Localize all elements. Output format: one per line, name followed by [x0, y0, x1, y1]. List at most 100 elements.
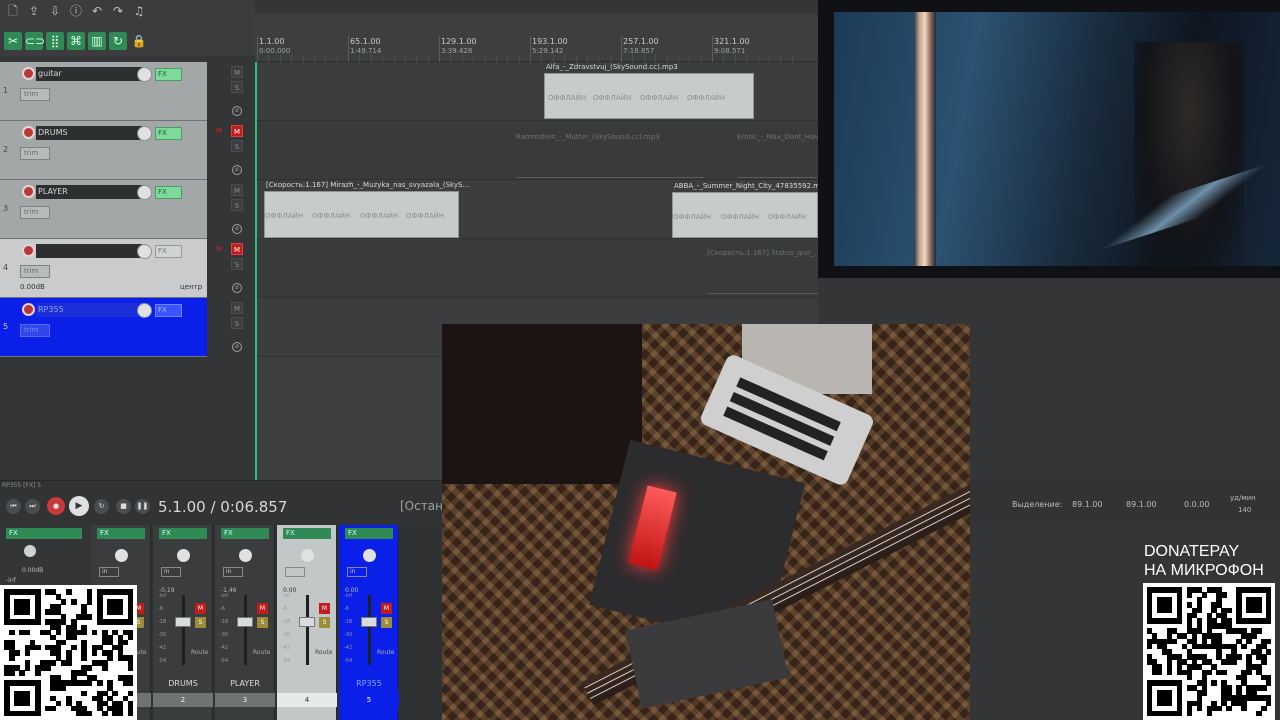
info-icon[interactable]: ⓘ [67, 2, 85, 20]
volume-knob[interactable] [137, 303, 152, 318]
mute-button[interactable]: M [231, 125, 243, 137]
record-button[interactable]: ● [47, 497, 65, 515]
mute-button[interactable]: M [231, 184, 243, 196]
route-button[interactable]: Route [315, 649, 332, 656]
route-button[interactable]: Route [253, 649, 270, 656]
strip-pan-knob[interactable] [177, 549, 190, 562]
skip-start-button[interactable]: ⏮ [6, 499, 21, 514]
trim-button[interactable]: trim [20, 324, 50, 337]
solo-button[interactable]: S [231, 317, 243, 329]
track-panel-4[interactable]: 4 FX trim 0.00dB центр [0, 239, 207, 298]
strip-solo-button[interactable]: S [195, 617, 206, 628]
phase-icon[interactable]: ø [232, 106, 242, 116]
strip-pan-knob[interactable] [301, 549, 314, 562]
volume-fader[interactable] [361, 617, 377, 627]
strip-fx-button[interactable]: FX [345, 528, 393, 539]
input-button[interactable]: in [99, 567, 119, 577]
fx-button[interactable]: FX [155, 245, 182, 258]
volume-knob[interactable] [137, 126, 152, 141]
route-button[interactable]: Route [191, 649, 208, 656]
fx-button[interactable]: FX [155, 127, 182, 140]
selection-start[interactable]: 89.1.00 [1072, 500, 1103, 509]
undo-icon[interactable]: ↶ [88, 2, 106, 20]
selection-length[interactable]: 0.0.00 [1184, 500, 1209, 509]
record-arm-button[interactable] [22, 303, 35, 316]
solo-button[interactable]: S [231, 81, 243, 93]
metronome-icon[interactable]: ♫ [130, 2, 148, 20]
volume-knob[interactable] [137, 185, 152, 200]
track-name-field[interactable]: DRUMS [36, 126, 142, 140]
mute-button[interactable]: M [231, 66, 243, 78]
selection-end[interactable]: 89.1.00 [1126, 500, 1157, 509]
volume-fader[interactable] [299, 617, 315, 627]
strip-fx-button[interactable]: FX [221, 528, 269, 539]
trim-button[interactable]: trim [20, 206, 50, 219]
link-icon[interactable]: ⊂⊃ [25, 32, 45, 50]
upload-icon[interactable]: ⇪ [25, 2, 43, 20]
strip-pan-knob[interactable] [239, 549, 252, 562]
record-arm-button[interactable] [22, 67, 35, 80]
record-arm-button[interactable] [22, 126, 35, 139]
grid-icon[interactable]: ⣿ [46, 32, 64, 50]
phase-icon[interactable]: ø [232, 283, 242, 293]
strip-mute-button[interactable]: M [195, 603, 206, 614]
media-item-mirazh[interactable]: [Скорость:1.167] Mirazh_-_Muzyka_nas_svy… [264, 181, 469, 238]
new-file-icon[interactable]: 🗋 [4, 2, 22, 20]
phase-icon[interactable]: ø [232, 165, 242, 175]
strip-solo-button[interactable]: S [257, 617, 268, 628]
strip-pan-knob[interactable] [115, 549, 128, 562]
strip-fx-button[interactable]: FX [97, 528, 145, 539]
input-button[interactable]: in [223, 567, 243, 577]
track-name-field[interactable]: guitar [36, 67, 142, 81]
input-button[interactable]: in [161, 567, 181, 577]
strip-mute-button[interactable]: M [381, 603, 392, 614]
redo-icon[interactable]: ↷ [109, 2, 127, 20]
stop-button[interactable]: ■ [116, 499, 131, 514]
track-panel-2[interactable]: 2 DRUMS FX trim [0, 121, 207, 180]
solo-button[interactable]: S [231, 140, 243, 152]
track-panel-1[interactable]: 1 guitar FX trim [0, 62, 207, 121]
snap-icon[interactable]: ⌘ [67, 32, 85, 50]
phase-icon[interactable]: ø [232, 342, 242, 352]
media-item-alfa[interactable]: Alfa_-_Zdravstvuj_(SkySound.cc).mp3 ОФФЛ… [544, 63, 754, 119]
track-name-field[interactable]: RP355 [36, 303, 142, 317]
input-button[interactable]: in [285, 567, 305, 577]
track-name-field[interactable] [36, 244, 142, 258]
download-icon[interactable]: ⇩ [46, 2, 64, 20]
record-arm-button[interactable] [22, 244, 35, 257]
mute-button[interactable]: M [231, 302, 243, 314]
master-pan-knob[interactable] [24, 545, 36, 557]
phase-icon[interactable]: ø [232, 224, 242, 234]
track-name-field[interactable]: PLAYER [36, 185, 142, 199]
lock-icon[interactable]: 🔒 [130, 32, 148, 50]
volume-knob[interactable] [137, 67, 152, 82]
strip-mute-button[interactable]: M [257, 603, 268, 614]
input-button[interactable]: in [347, 567, 367, 577]
timeline-ruler[interactable]: 1.1.00 0:00.000 65.1.00 1:49.714 129.1.00 3:3… [255, 14, 818, 62]
play-button[interactable]: ▶ [69, 496, 89, 516]
fx-button[interactable]: FX [155, 68, 182, 81]
playhead[interactable] [255, 62, 257, 480]
strip-fx-button[interactable]: FX [283, 528, 331, 539]
trim-button[interactable]: trim [20, 88, 50, 101]
strip-solo-button[interactable]: S [381, 617, 392, 628]
mute-button[interactable]: M [231, 243, 243, 255]
trim-button[interactable]: trim [20, 147, 50, 160]
track-panel-5[interactable]: 5 RP355 FX trim [0, 298, 207, 357]
route-button[interactable]: Route [377, 649, 394, 656]
trim-icon[interactable]: ✂ [4, 32, 22, 50]
fx-button[interactable]: FX [155, 186, 182, 199]
loop-icon[interactable]: ↻ [109, 32, 127, 50]
strip-pan-knob[interactable] [363, 549, 376, 562]
track-panel-3[interactable]: 3 PLAYER FX trim [0, 180, 207, 239]
volume-knob[interactable] [137, 244, 152, 259]
record-arm-button[interactable] [22, 185, 35, 198]
bpm-value[interactable]: 140 [1238, 506, 1251, 514]
repeat-button[interactable]: ↻ [94, 499, 109, 514]
skip-end-button[interactable]: ⏭ [25, 499, 40, 514]
trim-button[interactable]: trim [20, 265, 50, 278]
strip-fx-button[interactable]: FX [159, 528, 207, 539]
strip-solo-button[interactable]: S [319, 617, 330, 628]
master-fx-button[interactable]: FX [6, 528, 82, 539]
fx-button[interactable]: FX [155, 304, 182, 317]
